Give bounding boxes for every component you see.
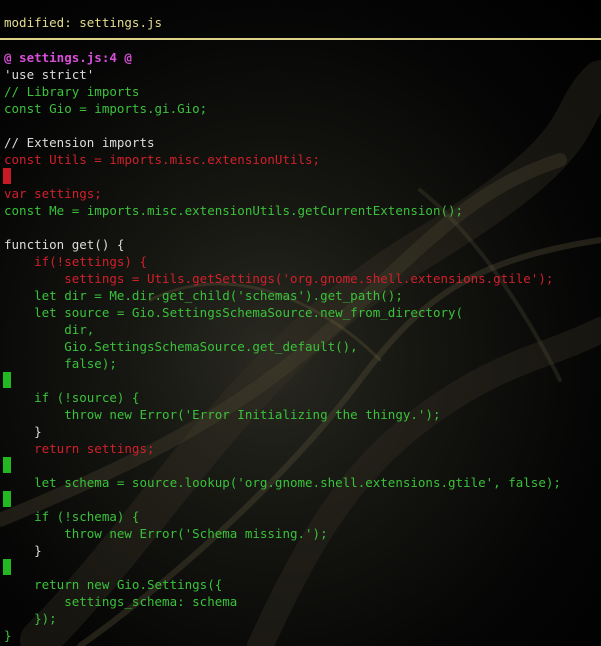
line-text: }); bbox=[4, 611, 57, 626]
line-text: let source = Gio.SettingsSchemaSource.ne… bbox=[4, 305, 464, 320]
line-text: @ settings.js:4 @ bbox=[4, 50, 132, 65]
added-blank-marker bbox=[3, 457, 11, 473]
context-line bbox=[0, 117, 601, 134]
line-text: dir, bbox=[4, 322, 95, 337]
added-blank-marker bbox=[3, 491, 11, 507]
line-text: return new Gio.Settings({ bbox=[4, 577, 223, 592]
modified-file-label: modified: settings.js bbox=[4, 15, 163, 30]
removed-line: if(!settings) { bbox=[0, 253, 601, 270]
line-text: } bbox=[4, 543, 42, 558]
line-text: // Library imports bbox=[4, 84, 140, 99]
added-line: throw new Error('Error Initializing the … bbox=[0, 406, 601, 423]
line-text: } bbox=[4, 628, 12, 643]
line-text: if (!source) { bbox=[4, 390, 140, 405]
line-text: var settings; bbox=[4, 186, 102, 201]
added-blank-marker bbox=[3, 559, 11, 575]
added-line: }); bbox=[0, 610, 601, 627]
line-text: function get() { bbox=[4, 237, 125, 252]
added-line bbox=[0, 491, 601, 508]
added-line: // Library imports bbox=[0, 83, 601, 100]
line-text: throw new Error('Schema missing.'); bbox=[4, 526, 328, 541]
context-line: } bbox=[0, 542, 601, 559]
line-text: const Utils = imports.misc.extensionUtil… bbox=[4, 152, 321, 167]
line-text: const Gio = imports.gi.Gio; bbox=[4, 101, 208, 116]
line-text: // Extension imports bbox=[4, 135, 155, 150]
added-line: let dir = Me.dir.get_child('schemas').ge… bbox=[0, 287, 601, 304]
added-line bbox=[0, 559, 601, 576]
added-line: let source = Gio.SettingsSchemaSource.ne… bbox=[0, 304, 601, 321]
added-line: const Gio = imports.gi.Gio; bbox=[0, 100, 601, 117]
removed-line: const Utils = imports.misc.extensionUtil… bbox=[0, 151, 601, 168]
line-text: Gio.SettingsSchemaSource.get_default(), bbox=[4, 339, 358, 354]
line-text: settings_schema: schema bbox=[4, 594, 238, 609]
added-line bbox=[0, 372, 601, 389]
removed-blank-marker bbox=[3, 168, 11, 184]
diff-view: @ settings.js:4 @ 'use strict' // Library … bbox=[0, 49, 601, 644]
context-line bbox=[0, 219, 601, 236]
context-line: function get() { bbox=[0, 236, 601, 253]
context-line: // Extension imports bbox=[0, 134, 601, 151]
line-text: let schema = source.lookup('org.gnome.sh… bbox=[4, 475, 561, 490]
added-line: dir, bbox=[0, 321, 601, 338]
removed-line: var settings; bbox=[0, 185, 601, 202]
removed-line: settings = Utils.getSettings('org.gnome.… bbox=[0, 270, 601, 287]
line-text: if (!schema) { bbox=[4, 509, 140, 524]
line-text: false); bbox=[4, 356, 117, 371]
line-text: if(!settings) { bbox=[4, 254, 147, 269]
line-text: } bbox=[4, 424, 42, 439]
removed-line: return settings; bbox=[0, 440, 601, 457]
line-text: let dir = Me.dir.get_child('schemas').ge… bbox=[4, 288, 403, 303]
removed-line bbox=[0, 168, 601, 185]
added-line: return new Gio.Settings({ bbox=[0, 576, 601, 593]
added-line: if (!source) { bbox=[0, 389, 601, 406]
diff-file-header: modified: settings.js bbox=[0, 0, 601, 40]
added-line bbox=[0, 457, 601, 474]
line-text: 'use strict' bbox=[4, 67, 95, 82]
added-line: if (!schema) { bbox=[0, 508, 601, 525]
added-line: let schema = source.lookup('org.gnome.sh… bbox=[0, 474, 601, 491]
line-text: const Me = imports.misc.extensionUtils.g… bbox=[4, 203, 464, 218]
context-line: 'use strict' bbox=[0, 66, 601, 83]
added-line: false); bbox=[0, 355, 601, 372]
context-line: } bbox=[0, 423, 601, 440]
line-text: return settings; bbox=[4, 441, 155, 456]
added-line: } bbox=[0, 627, 601, 644]
added-line: const Me = imports.misc.extensionUtils.g… bbox=[0, 202, 601, 219]
line-text: throw new Error('Error Initializing the … bbox=[4, 407, 441, 422]
line-text: settings = Utils.getSettings('org.gnome.… bbox=[4, 271, 554, 286]
added-line: Gio.SettingsSchemaSource.get_default(), bbox=[0, 338, 601, 355]
added-line: throw new Error('Schema missing.'); bbox=[0, 525, 601, 542]
added-line: settings_schema: schema bbox=[0, 593, 601, 610]
hunk-header: @ settings.js:4 @ bbox=[0, 49, 601, 66]
added-blank-marker bbox=[3, 372, 11, 388]
